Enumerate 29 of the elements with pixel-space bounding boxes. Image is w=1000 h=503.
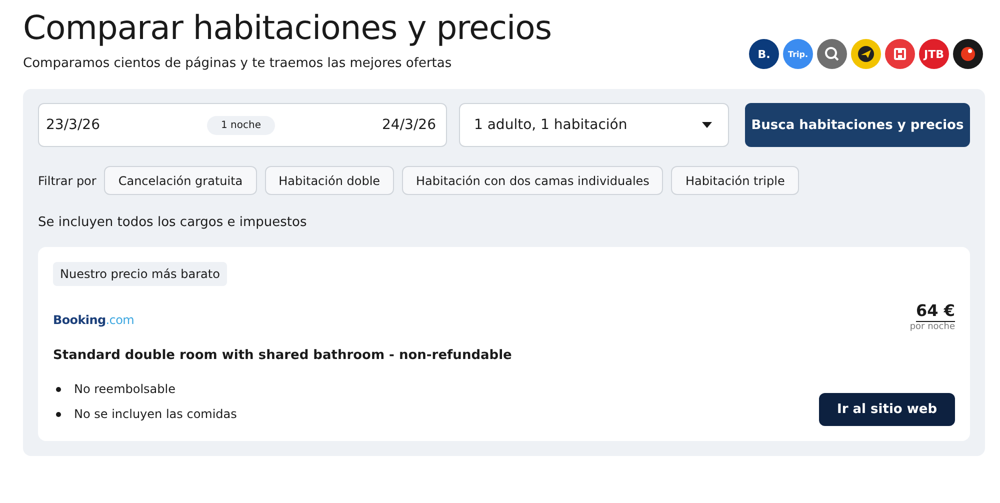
guests-select[interactable]: 1 adulto, 1 habitación: [459, 103, 729, 147]
guests-value: 1 adulto, 1 habitación: [474, 117, 628, 133]
checkin-date: 23/3/26: [46, 117, 100, 133]
checkout-date: 24/3/26: [382, 117, 436, 133]
filter-chip[interactable]: Habitación triple: [671, 166, 799, 195]
nights-badge: 1 noche: [207, 116, 275, 134]
partner-logo: Trip.: [783, 39, 813, 69]
filter-chip[interactable]: Cancelación gratuita: [104, 166, 257, 195]
price-unit: por noche: [910, 322, 955, 332]
feature-item: No se incluyen las comidas: [74, 406, 237, 423]
page-subtitle: Comparamos cientos de páginas y te traemos las mejores ofertas: [23, 56, 453, 71]
price: 64 €: [916, 301, 955, 322]
go-to-site-button[interactable]: Ir al sitio web: [819, 393, 955, 426]
feature-item: No reembolsable: [74, 381, 176, 398]
filter-chip[interactable]: Habitación doble: [264, 166, 394, 195]
page-title: Comparar habitaciones y precios: [23, 8, 552, 47]
taxes-note: Se incluyen todos los cargos e impuestos: [38, 215, 308, 230]
bullet-icon: [56, 412, 61, 417]
filter-chip[interactable]: Habitación con dos camas individuales: [402, 166, 664, 195]
partner-logo: B.: [749, 39, 779, 69]
filter-label: Filtrar por: [38, 174, 96, 188]
cheapest-badge: Nuestro precio más barato: [53, 262, 227, 286]
room-name: Standard double room with shared bathroom - non-refundable: [53, 348, 513, 363]
dropdown-caret-icon: [702, 122, 712, 128]
partner-logo: JTB: [919, 39, 949, 69]
provider-logo: Booking.com: [53, 313, 134, 327]
date-range-field[interactable]: 23/3/26 1 noche 24/3/26: [38, 103, 447, 147]
bullet-icon: [56, 387, 61, 392]
search-button[interactable]: Busca habitaciones y precios: [745, 103, 970, 147]
